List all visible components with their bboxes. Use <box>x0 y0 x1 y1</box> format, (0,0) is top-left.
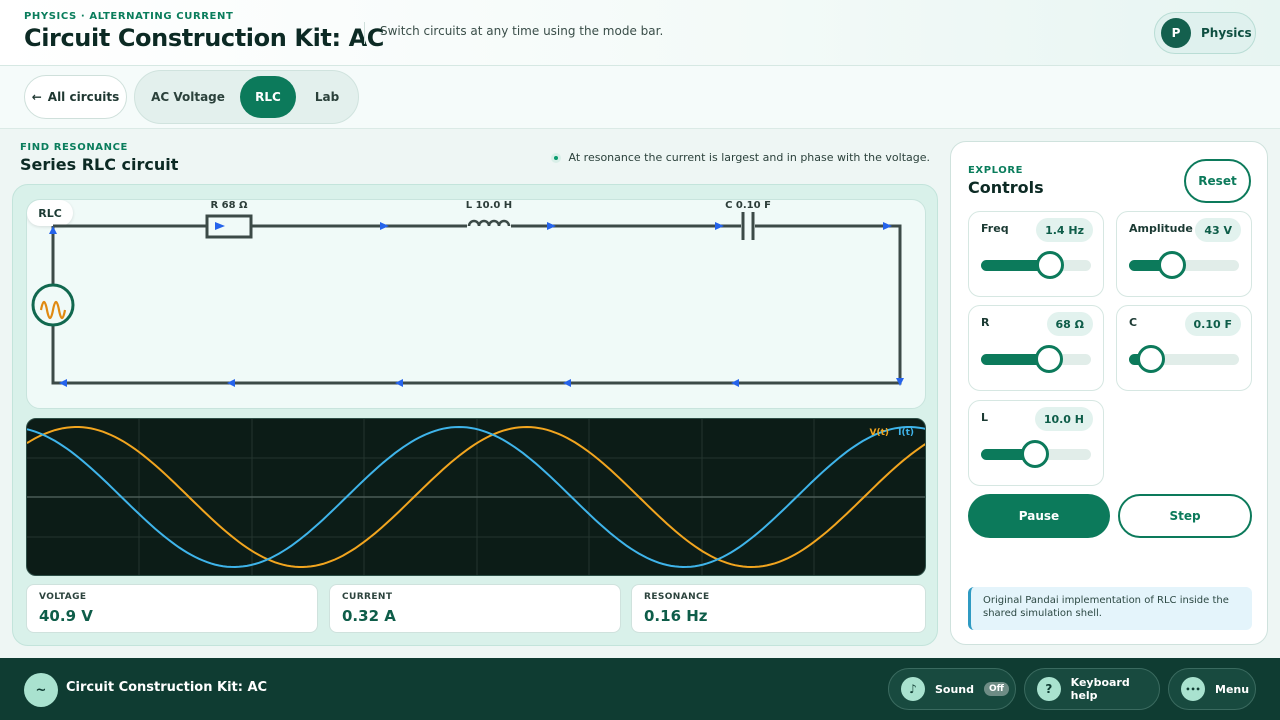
current-readout: CURRENT 0.32 A <box>329 584 621 633</box>
resonance-value: 0.16 Hz <box>644 607 708 625</box>
slider-track[interactable] <box>981 440 1091 468</box>
subject-button[interactable]: P Physics <box>1154 12 1256 54</box>
slider-label: Amplitude <box>1129 222 1193 235</box>
current-arrow <box>59 379 67 387</box>
slider-value: 0.10 F <box>1184 312 1241 336</box>
controls-title: Controls <box>968 178 1044 197</box>
all-circuits-button[interactable]: ← All circuits <box>24 75 127 119</box>
slider-value: 1.4 Hz <box>1036 218 1093 242</box>
help-icon: ? <box>1037 677 1061 701</box>
voltage-label: VOLTAGE <box>39 592 87 602</box>
subject-avatar: P <box>1161 18 1191 48</box>
keyboard-help-button[interactable]: ? Keyboard help <box>1024 668 1160 710</box>
voltage-readout: VOLTAGE 40.9 V <box>26 584 318 633</box>
slider-amplitude: Amplitude 43 V <box>1116 211 1252 297</box>
music-note-icon: ♪ <box>901 677 925 701</box>
slider-thumb[interactable] <box>1137 345 1165 373</box>
current-arrow <box>715 222 724 230</box>
controls-eyebrow: EXPLORE <box>968 165 1024 176</box>
sim-eyebrow: FIND RESONANCE <box>20 142 128 153</box>
slider-r: R 68 Ω <box>968 305 1104 391</box>
current-arrow <box>395 379 403 387</box>
sound-label: Sound <box>935 682 975 696</box>
step-button[interactable]: Step <box>1118 494 1252 538</box>
slider-track[interactable] <box>1129 251 1239 279</box>
current-arrow <box>380 222 389 230</box>
legend-voltage: V(t) <box>870 428 890 438</box>
more-icon: ••• <box>1181 677 1205 701</box>
bottom-title: Circuit Construction Kit: AC <box>66 680 268 695</box>
header-eyebrow: PHYSICS · ALTERNATING CURRENT <box>24 11 234 22</box>
slider-label: R <box>981 316 990 329</box>
current-arrow <box>563 379 571 387</box>
slider-label: Freq <box>981 222 1009 235</box>
implementation-note: Original Pandai implementation of RLC in… <box>968 587 1252 630</box>
slider-freq: Freq 1.4 Hz <box>968 211 1104 297</box>
hint-dot-icon <box>550 152 561 163</box>
legend-current: I(t) <box>898 428 914 438</box>
hint-text: At resonance the current is largest and … <box>568 151 930 164</box>
app-header: PHYSICS · ALTERNATING CURRENT Circuit Co… <box>0 0 1280 66</box>
ac-source-symbol <box>31 283 75 327</box>
slider-thumb[interactable] <box>1020 440 1049 468</box>
resonance-label: RESONANCE <box>644 592 710 602</box>
app-title: Circuit Construction Kit: AC <box>24 24 385 52</box>
resistor-symbol <box>205 214 253 239</box>
slider-label: C <box>1129 316 1138 329</box>
inductor-label: L 10.0 H <box>466 200 512 211</box>
slider-l: L 10.0 H <box>968 400 1104 486</box>
back-arrow-icon: ← <box>31 90 42 104</box>
oscilloscope: V(t) I(t) <box>26 418 926 576</box>
mode-rlc[interactable]: RLC <box>240 76 296 118</box>
reset-button[interactable]: Reset <box>1184 159 1251 203</box>
header-divider <box>364 22 365 44</box>
menu-label: Menu <box>1215 682 1250 696</box>
mode-ac-voltage[interactable]: AC Voltage <box>141 76 235 118</box>
sim-title: Series RLC circuit <box>20 155 179 174</box>
slider-thumb[interactable] <box>1036 251 1065 279</box>
circuit-svg: R 68 Ω L 10.0 H C 0.10 F <box>31 200 904 387</box>
all-circuits-label: All circuits <box>47 90 120 104</box>
current-arrow <box>227 379 235 387</box>
slider-thumb[interactable] <box>1157 251 1186 279</box>
current-arrow <box>731 379 739 387</box>
slider-label: L <box>981 411 989 424</box>
menu-button[interactable]: ••• Menu <box>1168 668 1256 710</box>
subject-label: Physics <box>1201 26 1252 40</box>
mode-lab[interactable]: Lab <box>301 76 353 118</box>
slider-c: C 0.10 F <box>1116 305 1252 391</box>
slider-thumb[interactable] <box>1035 345 1064 373</box>
sim-card: RLC R 68 Ω L 10.0 H C 0.10 F V(t) I(t) V… <box>12 184 938 646</box>
slider-track[interactable] <box>1129 345 1239 373</box>
slider-track[interactable] <box>981 251 1091 279</box>
mode-bar: ← All circuits AC Voltage RLC Lab <box>0 66 1280 129</box>
keyboard-help-label: Keyboard help <box>1070 676 1130 702</box>
resonance-hint: At resonance the current is largest and … <box>550 151 930 164</box>
sound-button[interactable]: ♪ Sound Off <box>888 668 1016 710</box>
resonance-readout: RESONANCE 0.16 Hz <box>631 584 926 633</box>
sound-state-badge: Off <box>984 682 1009 696</box>
capacitor-label: C 0.10 F <box>725 200 771 211</box>
header-subtitle: Switch circuits at any time using the mo… <box>380 24 664 38</box>
simulation-panel: FIND RESONANCE Series RLC circuit At res… <box>12 140 938 646</box>
current-arrow <box>547 222 556 230</box>
current-label: CURRENT <box>342 592 393 602</box>
bottom-bar: ~ Circuit Construction Kit: AC ♪ Sound O… <box>0 658 1280 720</box>
mode-switcher: AC Voltage RLC Lab <box>134 70 359 124</box>
voltage-value: 40.9 V <box>39 607 93 625</box>
slider-track[interactable] <box>981 345 1091 373</box>
slider-value: 10.0 H <box>1034 407 1093 431</box>
current-value: 0.32 A <box>342 607 396 625</box>
circuit-wire <box>51 224 902 385</box>
scope-svg: V(t) I(t) <box>27 419 925 575</box>
pause-button[interactable]: Pause <box>968 494 1110 538</box>
current-arrow <box>883 222 892 230</box>
app-logo-icon: ~ <box>24 673 58 707</box>
resistor-label: R 68 Ω <box>210 200 248 211</box>
slider-value: 68 Ω <box>1046 312 1093 336</box>
circuit-diagram[interactable]: RLC R 68 Ω L 10.0 H C 0.10 F <box>26 199 926 409</box>
controls-panel: EXPLORE Controls Reset Freq 1.4 Hz Ampli… <box>950 141 1268 645</box>
slider-value: 43 V <box>1195 218 1241 242</box>
